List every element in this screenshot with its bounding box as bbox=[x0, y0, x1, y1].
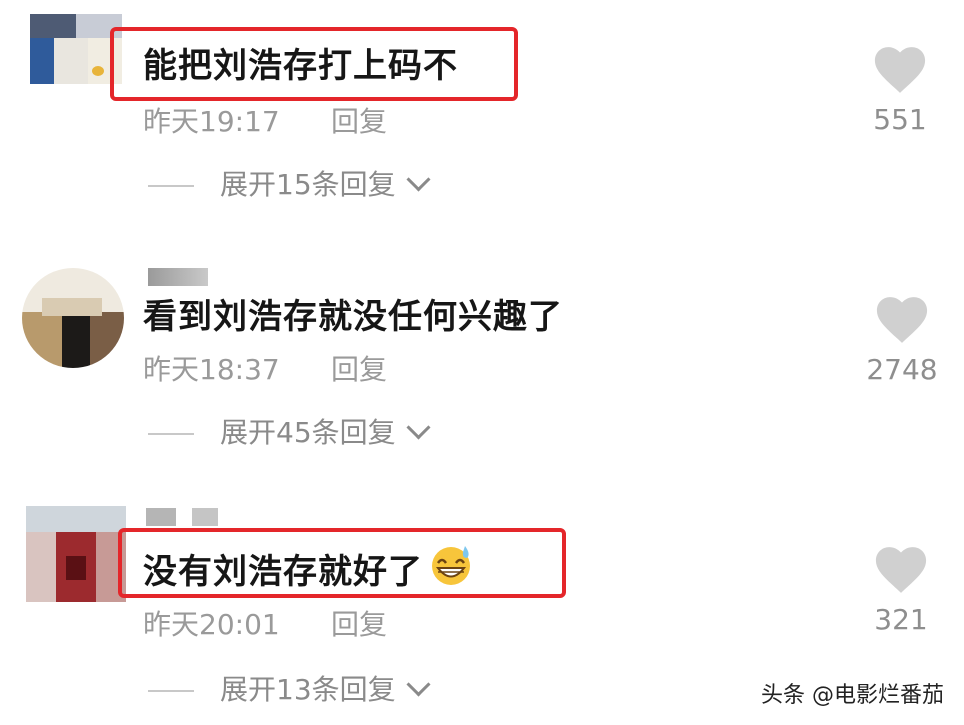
reply-button[interactable]: 回复 bbox=[331, 607, 387, 643]
comment-text: 没有刘浩存就好了 bbox=[143, 546, 475, 600]
avatar[interactable] bbox=[22, 268, 124, 368]
like-count: 551 bbox=[873, 103, 927, 136]
comment-meta: 昨天19:17 回复 bbox=[143, 104, 387, 140]
expand-replies-label: 展开45条回复 bbox=[220, 416, 396, 449]
comment-time: 昨天18:37 bbox=[143, 353, 280, 386]
username-blurred bbox=[146, 508, 176, 526]
comment-text: 看到刘浩存就没任何兴趣了 bbox=[143, 297, 563, 337]
reply-button[interactable]: 回复 bbox=[331, 352, 387, 388]
heart-icon bbox=[875, 547, 927, 593]
divider bbox=[148, 433, 194, 435]
like-button[interactable]: 321 bbox=[853, 546, 949, 636]
like-button[interactable]: 551 bbox=[852, 46, 948, 136]
like-count: 2748 bbox=[866, 353, 938, 386]
expand-replies-button[interactable]: 展开15条回复 bbox=[148, 167, 431, 203]
comment-text: 能把刘浩存打上码不 bbox=[143, 46, 458, 86]
comment-text-content: 没有刘浩存就好了 bbox=[143, 552, 423, 592]
heart-icon bbox=[876, 297, 928, 343]
username-blurred bbox=[192, 508, 218, 526]
comment-time: 昨天19:17 bbox=[143, 105, 280, 138]
chevron-down-icon bbox=[406, 167, 431, 192]
like-count: 321 bbox=[874, 603, 928, 636]
comment-time: 昨天20:01 bbox=[143, 608, 280, 641]
reply-button[interactable]: 回复 bbox=[331, 104, 387, 140]
expand-replies-button[interactable]: 展开45条回复 bbox=[148, 415, 431, 451]
expand-replies-button[interactable]: 展开13条回复 bbox=[148, 672, 431, 708]
chevron-down-icon bbox=[406, 672, 431, 697]
comment-meta: 昨天18:37 回复 bbox=[143, 352, 387, 388]
avatar[interactable] bbox=[26, 506, 126, 602]
comment-meta: 昨天20:01 回复 bbox=[143, 607, 387, 643]
chevron-down-icon bbox=[406, 415, 431, 440]
watermark: 头条 @电影烂番茄 bbox=[761, 683, 944, 708]
divider bbox=[148, 185, 194, 187]
avatar[interactable] bbox=[30, 14, 122, 84]
divider bbox=[148, 690, 194, 692]
grinning-sweat-emoji-icon bbox=[429, 543, 475, 596]
heart-icon bbox=[874, 47, 926, 93]
expand-replies-label: 展开13条回复 bbox=[220, 673, 396, 706]
like-button[interactable]: 2748 bbox=[854, 296, 950, 386]
username-blurred bbox=[148, 268, 208, 286]
expand-replies-label: 展开15条回复 bbox=[220, 168, 396, 201]
